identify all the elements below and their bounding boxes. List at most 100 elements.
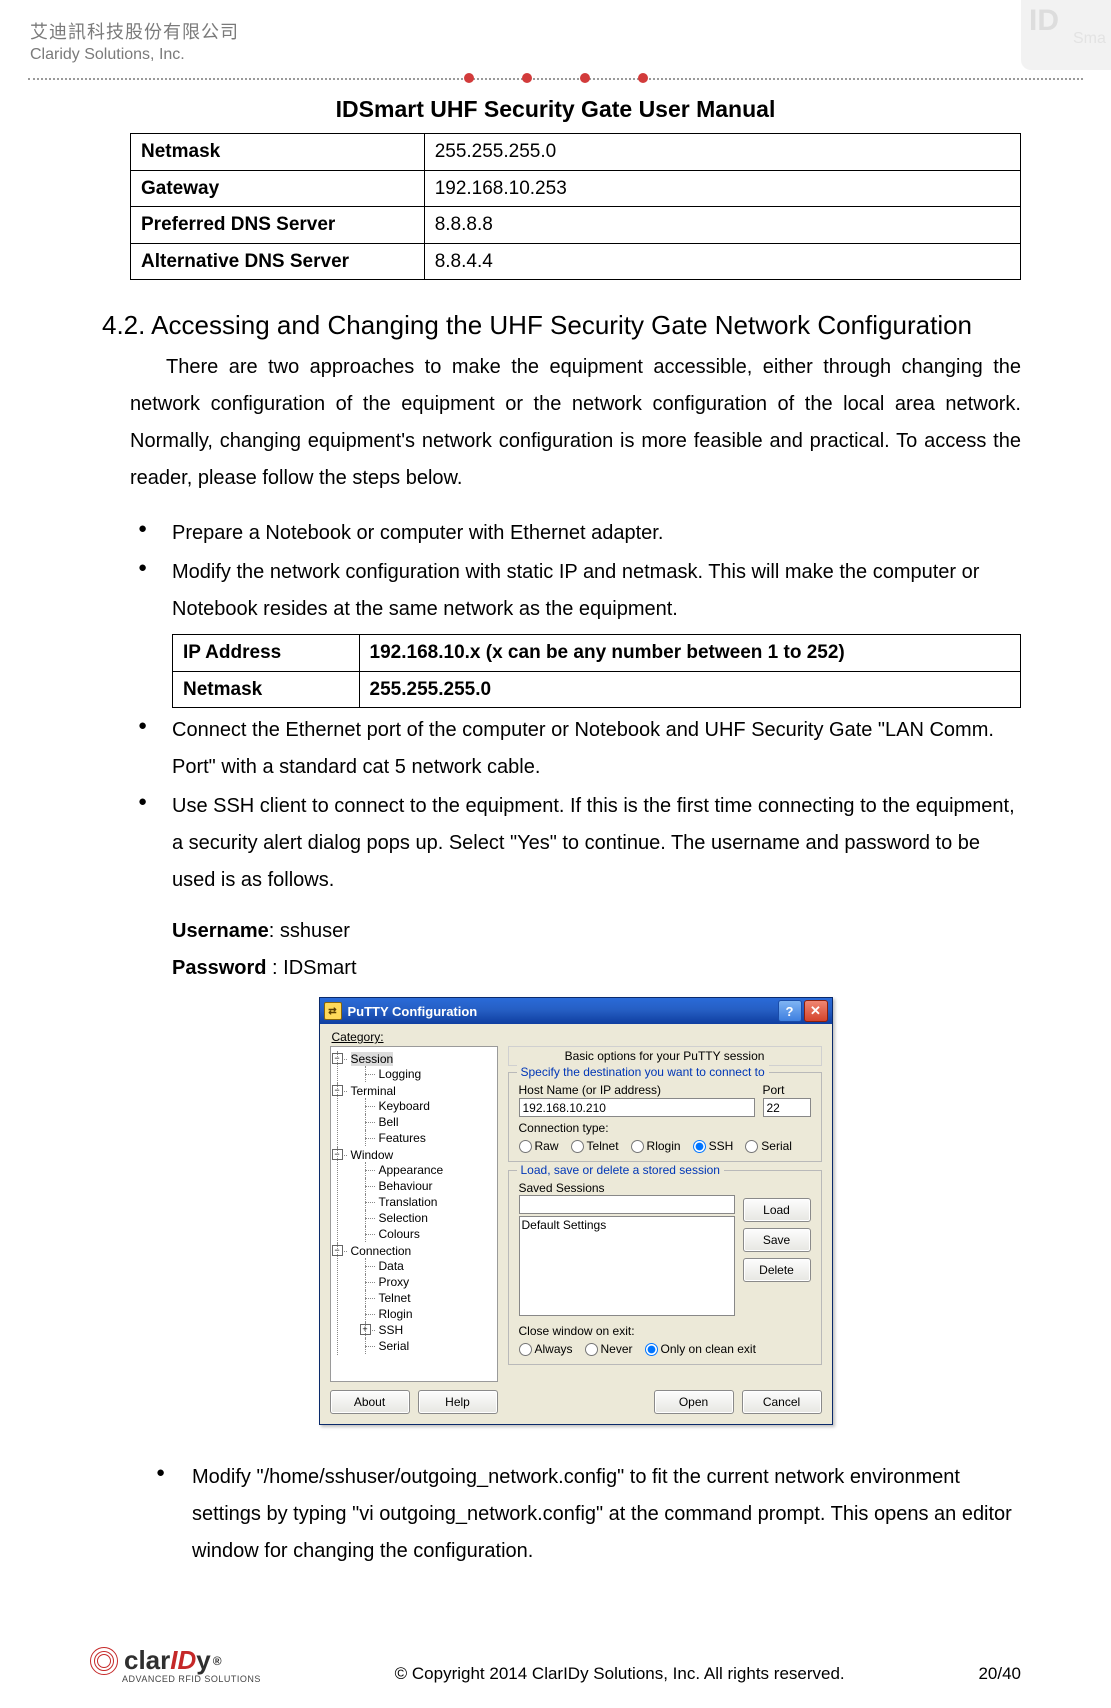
radio-ssh[interactable]: SSH <box>693 1139 734 1153</box>
putty-titlebar: ⇄ PuTTY Configuration ? ✕ <box>320 998 832 1024</box>
options-banner: Basic options for your PuTTY session <box>508 1046 822 1066</box>
group-legend: Specify the destination you want to conn… <box>517 1065 769 1079</box>
tree-item-session[interactable]: −Session Logging <box>337 1051 497 1083</box>
list-item: Modify the network configuration with st… <box>130 554 1021 708</box>
save-button[interactable]: Save <box>743 1228 811 1252</box>
footer-logo: clarIDy® ADVANCED RFID SOLUTIONS <box>90 1645 261 1684</box>
tree-item-features[interactable]: Features <box>365 1130 497 1146</box>
tree-item-colours[interactable]: Colours <box>365 1226 497 1242</box>
group-legend: Load, save or delete a stored session <box>517 1163 724 1177</box>
table-row: Preferred DNS Server 8.8.8.8 <box>131 207 1021 244</box>
table-row: Netmask 255.255.255.0 <box>173 671 1021 708</box>
radio-never[interactable]: Never <box>585 1342 633 1356</box>
category-label: Category: <box>332 1030 822 1044</box>
tree-item-logging[interactable]: Logging <box>365 1066 497 1082</box>
tree-item-data[interactable]: Data <box>365 1258 497 1274</box>
cell-value: 192.168.10.253 <box>424 170 1020 207</box>
radio-always[interactable]: Always <box>519 1342 573 1356</box>
credential-password: Password : IDSmart <box>130 950 1021 987</box>
watermark-text-2: Sma <box>1073 30 1106 48</box>
separator-dot-icon <box>522 73 532 83</box>
tree-item-selection[interactable]: Selection <box>365 1210 497 1226</box>
tree-item-translation[interactable]: Translation <box>365 1194 497 1210</box>
tree-item-telnet[interactable]: Telnet <box>365 1290 497 1306</box>
steps-list-continued: Modify "/home/sshuser/outgoing_network.c… <box>130 1459 1021 1570</box>
tree-item-serial[interactable]: Serial <box>365 1338 497 1354</box>
cell-value: 255.255.255.0 <box>424 134 1020 171</box>
watermark-logo: ID Sma <box>1021 0 1111 70</box>
tree-item-connection[interactable]: −Connection Data Proxy Telnet Rlogin +SS… <box>337 1243 497 1355</box>
help-button[interactable]: Help <box>418 1390 498 1414</box>
tree-item-window[interactable]: −Window Appearance Behaviour Translation… <box>337 1147 497 1243</box>
header-separator <box>28 70 1083 88</box>
titlebar-close-button[interactable]: ✕ <box>804 1000 828 1022</box>
host-input[interactable] <box>519 1098 755 1117</box>
cell-label: Preferred DNS Server <box>131 207 425 244</box>
open-button[interactable]: Open <box>654 1390 734 1414</box>
port-label: Port <box>763 1083 811 1097</box>
saved-session-input[interactable] <box>519 1195 735 1214</box>
cell-value: 8.8.4.4 <box>424 243 1020 280</box>
category-tree[interactable]: −Session Logging −Terminal Keyboard Bell… <box>330 1046 498 1382</box>
swirl-icon <box>90 1647 118 1675</box>
load-button[interactable]: Load <box>743 1198 811 1222</box>
cell-value: 192.168.10.x (x can be any number betwee… <box>359 635 1020 672</box>
putty-window: ⇄ PuTTY Configuration ? ✕ Category: −Ses… <box>319 997 833 1425</box>
cell-label: IP Address <box>173 635 360 672</box>
about-button[interactable]: About <box>330 1390 410 1414</box>
tree-item-bell[interactable]: Bell <box>365 1114 497 1130</box>
tree-item-ssh[interactable]: +SSH <box>365 1322 497 1338</box>
table-row: Netmask 255.255.255.0 <box>131 134 1021 171</box>
intro-paragraph: There are two approaches to make the equ… <box>130 349 1021 497</box>
table-row: Gateway 192.168.10.253 <box>131 170 1021 207</box>
connection-type-label: Connection type: <box>519 1121 811 1135</box>
list-item: Connect the Ethernet port of the compute… <box>130 712 1021 786</box>
cell-label: Netmask <box>131 134 425 171</box>
steps-list: Prepare a Notebook or computer with Ethe… <box>130 515 1021 899</box>
document-title: IDSmart UHF Security Gate User Manual <box>0 96 1111 123</box>
list-item: Use SSH client to connect to the equipme… <box>130 788 1021 899</box>
saved-sessions-list[interactable]: Default Settings <box>519 1216 735 1316</box>
page-number: 20/40 <box>978 1664 1021 1684</box>
cell-value: 255.255.255.0 <box>359 671 1020 708</box>
tree-item-behaviour[interactable]: Behaviour <box>365 1178 497 1194</box>
copyright-text: © Copyright 2014 ClarIDy Solutions, Inc.… <box>261 1664 979 1684</box>
titlebar-help-button[interactable]: ? <box>778 1000 802 1022</box>
putty-title: PuTTY Configuration <box>348 1004 478 1019</box>
radio-serial[interactable]: Serial <box>745 1139 792 1153</box>
list-item: Modify "/home/sshuser/outgoing_network.c… <box>130 1459 1021 1570</box>
table-row: Alternative DNS Server 8.8.4.4 <box>131 243 1021 280</box>
page-header: 艾迪訊科技股份有限公司 Claridy Solutions, Inc. <box>0 0 1111 64</box>
separator-dot-icon <box>464 73 474 83</box>
table-row: IP Address 192.168.10.x (x can be any nu… <box>173 635 1021 672</box>
separator-dot-icon <box>638 73 648 83</box>
saved-sessions-label: Saved Sessions <box>519 1181 735 1195</box>
section-heading: 4.2. Accessing and Changing the UHF Secu… <box>102 310 1021 341</box>
radio-rlogin[interactable]: Rlogin <box>631 1139 681 1153</box>
cancel-button[interactable]: Cancel <box>742 1390 822 1414</box>
host-label: Host Name (or IP address) <box>519 1083 755 1097</box>
putty-app-icon: ⇄ <box>324 1002 342 1020</box>
tree-item-terminal[interactable]: −Terminal Keyboard Bell Features <box>337 1083 497 1147</box>
cell-label: Gateway <box>131 170 425 207</box>
close-window-label: Close window on exit: <box>519 1324 811 1338</box>
cell-value: 8.8.8.8 <box>424 207 1020 244</box>
tree-item-proxy[interactable]: Proxy <box>365 1274 497 1290</box>
port-input[interactable] <box>763 1098 811 1117</box>
credential-username: Username: sshuser <box>130 913 1021 950</box>
sessions-group: Load, save or delete a stored session Sa… <box>508 1170 822 1365</box>
list-item[interactable]: Default Settings <box>522 1218 732 1232</box>
delete-button[interactable]: Delete <box>743 1258 811 1282</box>
company-name-english: Claridy Solutions, Inc. <box>30 46 1111 64</box>
tree-item-rlogin[interactable]: Rlogin <box>365 1306 497 1322</box>
ip-netmask-table: IP Address 192.168.10.x (x can be any nu… <box>172 634 1021 708</box>
tree-item-keyboard[interactable]: Keyboard <box>365 1098 497 1114</box>
cell-label: Netmask <box>173 671 360 708</box>
radio-telnet[interactable]: Telnet <box>571 1139 619 1153</box>
radio-clean-exit[interactable]: Only on clean exit <box>645 1342 756 1356</box>
destination-group: Specify the destination you want to conn… <box>508 1072 822 1162</box>
network-defaults-table: Netmask 255.255.255.0 Gateway 192.168.10… <box>130 133 1021 280</box>
list-item: Prepare a Notebook or computer with Ethe… <box>130 515 1021 552</box>
tree-item-appearance[interactable]: Appearance <box>365 1162 497 1178</box>
radio-raw[interactable]: Raw <box>519 1139 559 1153</box>
